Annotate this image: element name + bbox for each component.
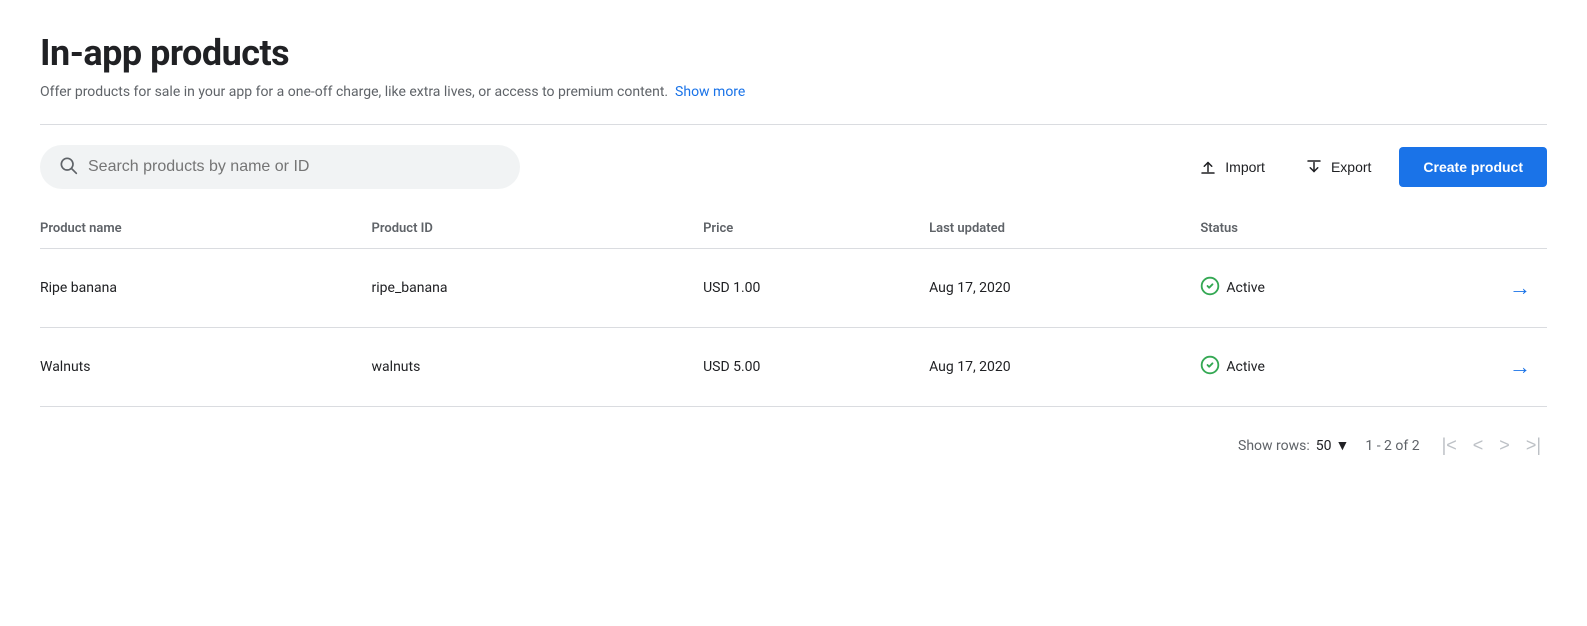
product-name: Ripe banana — [40, 249, 372, 328]
active-status-icon — [1200, 355, 1220, 379]
toolbar: Import Export Create product — [40, 145, 1547, 189]
page-container: In-app products Offer products for sale … — [0, 0, 1587, 484]
last-page-button[interactable]: >| — [1520, 431, 1547, 460]
header-divider — [40, 124, 1547, 125]
show-rows-label: Show rows: — [1238, 438, 1310, 454]
row-arrow-button[interactable]: → — [1501, 271, 1539, 305]
arrow-right-icon: → — [1509, 275, 1531, 300]
next-page-button[interactable]: > — [1493, 431, 1516, 460]
import-icon — [1199, 158, 1217, 176]
search-input[interactable] — [88, 158, 502, 176]
col-header-price: Price — [703, 213, 929, 249]
search-box[interactable] — [40, 145, 520, 189]
arrow-right-icon: → — [1509, 354, 1531, 379]
create-product-button[interactable]: Create product — [1399, 147, 1547, 187]
dropdown-icon: ▼ — [1336, 437, 1350, 454]
row-action-cell: → — [1441, 328, 1547, 407]
export-icon — [1305, 158, 1323, 176]
table-row: Walnuts walnuts USD 5.00 Aug 17, 2020 Ac… — [40, 328, 1547, 407]
table-header: Product name Product ID Price Last updat… — [40, 213, 1547, 249]
product-updated: Aug 17, 2020 — [929, 328, 1200, 407]
search-icon — [58, 155, 78, 179]
page-title: In-app products — [40, 32, 1547, 74]
show-rows-control: Show rows: 50 ▼ — [1238, 437, 1349, 454]
prev-page-button[interactable]: < — [1467, 431, 1490, 460]
product-status: Active — [1200, 328, 1441, 407]
header-row: Product name Product ID Price Last updat… — [40, 213, 1547, 249]
table-row: Ripe banana ripe_banana USD 1.00 Aug 17,… — [40, 249, 1547, 328]
status-label: Active — [1226, 280, 1265, 296]
status-cell: Active — [1200, 355, 1425, 379]
active-status-icon — [1200, 276, 1220, 300]
row-action-cell: → — [1441, 249, 1547, 328]
product-price: USD 5.00 — [703, 328, 929, 407]
product-id: walnuts — [372, 328, 704, 407]
status-cell: Active — [1200, 276, 1425, 300]
col-header-status: Status — [1200, 213, 1441, 249]
show-more-link[interactable]: Show more — [675, 84, 745, 100]
product-price: USD 1.00 — [703, 249, 929, 328]
page-subtitle: Offer products for sale in your app for … — [40, 84, 1547, 100]
row-arrow-button[interactable]: → — [1501, 350, 1539, 384]
export-button[interactable]: Export — [1293, 150, 1383, 184]
product-id: ripe_banana — [372, 249, 704, 328]
product-updated: Aug 17, 2020 — [929, 249, 1200, 328]
page-info: 1 - 2 of 2 — [1365, 438, 1419, 454]
products-table: Product name Product ID Price Last updat… — [40, 213, 1547, 407]
status-label: Active — [1226, 359, 1265, 375]
table-body: Ripe banana ripe_banana USD 1.00 Aug 17,… — [40, 249, 1547, 407]
col-header-action — [1441, 213, 1547, 249]
col-header-name: Product name — [40, 213, 372, 249]
nav-buttons: |< < > >| — [1436, 431, 1547, 460]
pagination-bar: Show rows: 50 ▼ 1 - 2 of 2 |< < > >| — [40, 423, 1547, 460]
product-status: Active — [1200, 249, 1441, 328]
col-header-id: Product ID — [372, 213, 704, 249]
first-page-button[interactable]: |< — [1436, 431, 1463, 460]
product-name: Walnuts — [40, 328, 372, 407]
import-button[interactable]: Import — [1187, 150, 1277, 184]
rows-per-page-value: 50 — [1316, 438, 1332, 454]
col-header-updated: Last updated — [929, 213, 1200, 249]
rows-per-page-select[interactable]: 50 ▼ — [1316, 437, 1350, 454]
